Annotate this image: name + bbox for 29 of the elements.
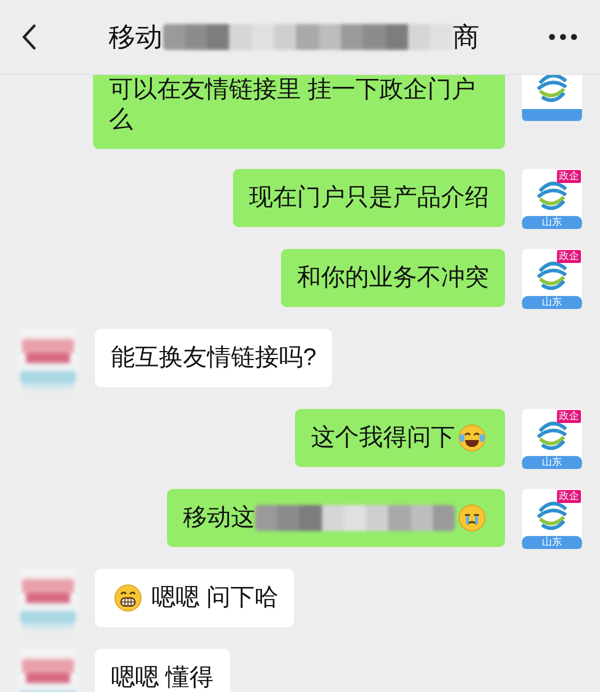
avatar[interactable]: [18, 329, 78, 389]
laughing-emoji-icon: [457, 423, 487, 453]
avatar-badge: 政企: [557, 250, 581, 263]
message-text: 可以在友情链接里 挂一下政企门户么: [109, 75, 477, 135]
message-text: 这个我得问下: [311, 423, 455, 453]
chat-title: 商: [452, 21, 480, 54]
more-icon[interactable]: [548, 33, 578, 41]
logo-avatar[interactable]: 政企 山东: [522, 489, 582, 549]
grinning-emoji-icon: [113, 583, 143, 613]
avatar-region-label: 山东: [522, 296, 582, 309]
crying-emoji-icon: [457, 503, 487, 533]
logo-avatar[interactable]: 政企 山东: [522, 249, 582, 309]
message-text: 能互换友情链接吗?: [111, 343, 316, 373]
message-text: 嗯嗯 懂得: [111, 663, 214, 692]
logo-avatar[interactable]: 政企 山东: [522, 409, 582, 469]
avatar-badge: 政企: [557, 490, 581, 503]
message-text: 和你的业务不冲突: [297, 263, 489, 293]
avatar-region-label: 山东: [522, 536, 582, 549]
avatar-region-label: 山东: [522, 456, 582, 469]
avatar-badge: 政企: [557, 170, 581, 183]
message-text: 现在门户只是产品介绍: [249, 183, 489, 213]
avatar-region-label: 山东: [522, 216, 582, 229]
chat-title: 移动: [108, 21, 162, 54]
logo-avatar[interactable]: 政企 山东: [522, 169, 582, 229]
avatar[interactable]: [18, 569, 78, 629]
avatar-badge: 政企: [557, 410, 581, 423]
message-text: 移动这: [183, 503, 255, 533]
logo-avatar[interactable]: [522, 75, 582, 121]
message-text: 嗯嗯 问下哈: [150, 583, 278, 613]
